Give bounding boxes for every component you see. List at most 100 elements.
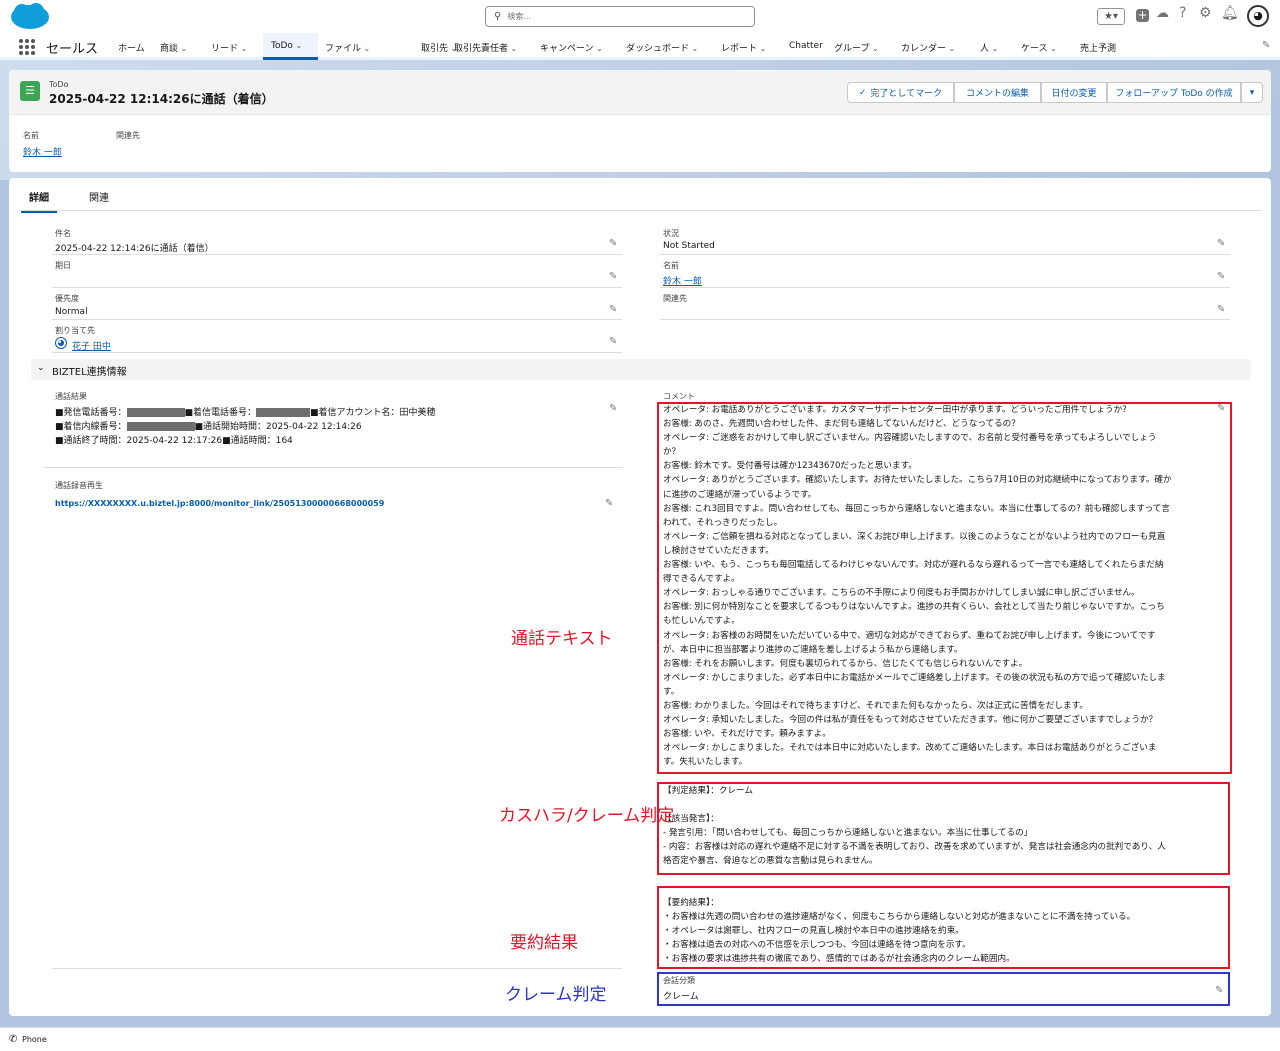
name-link[interactable]: 鈴木 一郎 [663, 274, 702, 287]
edit-pencil-icon[interactable]: ✎ [609, 271, 617, 282]
recording-link[interactable]: https://XXXXXXXX.u.biztel.jp:8000/monito… [55, 499, 384, 508]
edit-pencil-icon[interactable]: ✎ [605, 498, 613, 509]
edit-pencil-icon[interactable]: ✎ [609, 403, 617, 414]
change-date-button[interactable]: 日付の変更 [1041, 82, 1107, 103]
transcript-line: す。失礼いたします。 [663, 757, 748, 768]
chevron-down-icon[interactable]: ⌄ [293, 41, 302, 50]
priority-value: Normal [55, 307, 88, 317]
transcript-line: オペレータ: 承知いたしました。今回の件は私が責任をもって対応させていただきます… [663, 715, 1158, 726]
nav-item-6[interactable]: 取引先責任者 ⌄ [454, 41, 517, 54]
section-title: BIZTEL連携情報 [52, 367, 127, 378]
transcript-line: も忙しいんですよ。 [663, 616, 740, 627]
field-divider [660, 287, 1230, 288]
phone-utility-item[interactable]: Phone [22, 1035, 47, 1044]
judgment-line: - 発言引用：「問い合わせしても、毎回こっちから連絡しないと進まない。本当に仕事… [663, 828, 1033, 839]
edit-pencil-icon[interactable]: ✎ [1215, 985, 1223, 996]
app-launcher-icon[interactable] [19, 39, 35, 55]
transcript-line: お客様: わかりました。今回はそれで待ちますけど、それでまた何もなかったら、次は… [663, 700, 1088, 711]
highlight-name-link[interactable]: 鈴木 一郎 [23, 145, 62, 158]
search-input[interactable]: 検索... [507, 11, 531, 22]
add-icon[interactable]: + [1136, 9, 1149, 22]
status-value: Not Started [663, 241, 715, 251]
summary-line: ・お客様の要求は進捗共有の徹底であり、感情的ではあるが社会通念内のクレーム範囲内… [663, 954, 1015, 965]
nav-item-5[interactable]: 取引先 ⌄ [421, 41, 457, 54]
bell-icon[interactable]: 🔔︎ [1221, 5, 1239, 21]
chevron-down-icon[interactable]: ⌄ [508, 44, 518, 53]
edit-pencil-icon[interactable]: ✎ [609, 336, 617, 347]
transcript-line: す。 [663, 686, 680, 697]
phone-icon: ✆ [9, 1034, 18, 1045]
nav-item-7[interactable]: キャンペーン ⌄ [540, 41, 603, 54]
section-header-biztel[interactable]: ⌄ BIZTEL連携情報 [31, 359, 1251, 380]
todo-icon: ☰ [20, 81, 40, 101]
nav-item-8[interactable]: ダッシュボード ⌄ [626, 41, 698, 54]
nav-item-0[interactable]: ホーム [118, 41, 145, 54]
chevron-down-icon[interactable]: ⌄ [989, 44, 999, 53]
chevron-down-icon[interactable]: ⌄ [946, 44, 956, 53]
field-divider [52, 319, 622, 320]
tabs-divider [19, 210, 1261, 211]
nav-item-10[interactable]: Chatter [789, 41, 823, 51]
edit-pencil-icon[interactable]: ✎ [1217, 403, 1225, 414]
tab-related[interactable]: 関連 [89, 189, 109, 204]
edit-comment-button[interactable]: コメントの編集 [954, 82, 1041, 103]
due-date-label: 期日 [55, 261, 71, 270]
chevron-down-icon[interactable]: ⌄ [238, 44, 248, 53]
call-result-line-1: ■発信電話番号： ■着信電話番号： ■着信アカウント名：田中美穂 [55, 408, 436, 418]
chevron-down-icon[interactable]: ⌄ [178, 44, 188, 53]
trailhead-icon[interactable]: ☁ [1156, 6, 1169, 21]
nav-item-4[interactable]: ファイル ⌄ [325, 41, 370, 54]
check-icon: ✓ [858, 87, 867, 98]
nav-item-2[interactable]: リード ⌄ [211, 41, 247, 54]
field-divider [52, 968, 622, 969]
redaction-bar [256, 408, 311, 417]
annotation-judgment: カスハラ/クレーム判定 [499, 806, 675, 826]
name-label: 名前 [663, 261, 679, 270]
global-search[interactable]: ⚲ 検索... [485, 6, 755, 27]
transcript-line: お客様: いや、もう、こっちも毎回電話してるわけじゃないんです。対応が遅れるなら… [663, 560, 1164, 571]
follow-up-button[interactable]: フォローアップ ToDo の作成 [1107, 82, 1241, 103]
chevron-down-icon[interactable]: ⌄ [594, 44, 603, 53]
avatar[interactable]: ◕ [1247, 5, 1269, 27]
nav-item-15[interactable]: 売上予測 [1080, 41, 1116, 54]
search-icon: ⚲ [494, 11, 502, 22]
nav-item-3[interactable]: ToDo ⌄ [271, 41, 302, 51]
favorites-icon[interactable]: ★▾ [1097, 8, 1125, 25]
edit-pencil-icon[interactable]: ✎ [609, 304, 617, 315]
nav-edit-icon[interactable]: ✎ [1262, 40, 1270, 51]
nav-item-13[interactable]: 人 ⌄ [980, 41, 998, 54]
field-divider [52, 287, 622, 288]
chevron-down-icon[interactable]: ⌄ [361, 44, 371, 53]
user-avatar-icon: ◕ [55, 337, 67, 349]
call-result-label: 通話結果 [55, 392, 87, 401]
edit-pencil-icon[interactable]: ✎ [609, 238, 617, 249]
mark-complete-button[interactable]: ✓ 完了としてマーク [847, 82, 954, 103]
assigned-link[interactable]: 花子 田中 [72, 339, 111, 352]
transcript-line: が、本日中に担当部署より進捗のご連絡を差し上げるよう私から連絡します。 [663, 644, 963, 655]
chevron-down-icon[interactable]: ⌄ [1048, 44, 1057, 53]
help-icon[interactable]: ? [1179, 5, 1186, 21]
nav-item-14[interactable]: ケース ⌄ [1021, 41, 1057, 54]
gear-icon[interactable]: ⚙ [1199, 5, 1212, 21]
edit-pencil-icon[interactable]: ✎ [1217, 238, 1225, 249]
more-actions-chevron-down-icon[interactable]: ▾ [1241, 82, 1263, 103]
chevron-down-icon[interactable]: ⌄ [757, 44, 767, 53]
record-object-type: ToDo [49, 80, 69, 89]
chevron-down-icon[interactable]: ⌄ [689, 44, 699, 53]
transcript-line: オペレータ: かしこまりました。それでは本日中に対応いたします。改めてご連絡いた… [663, 743, 1157, 754]
edit-pencil-icon[interactable]: ✎ [1217, 271, 1225, 282]
recording-label: 通話録音再生 [55, 481, 103, 490]
edit-pencil-icon[interactable]: ✎ [1217, 304, 1225, 315]
nav-item-1[interactable]: 商談 ⌄ [160, 41, 187, 54]
nav-item-11[interactable]: グループ ⌄ [834, 41, 879, 54]
transcript-line: われて、それっきりだったし。 [663, 517, 783, 528]
app-name: セールス [46, 42, 99, 57]
chevron-down-icon[interactable]: ⌄ [869, 44, 879, 53]
classification-highlight-box [657, 972, 1230, 1006]
nav-item-12[interactable]: カレンダー ⌄ [901, 41, 955, 54]
transcript-line: 得できるんですよ。 [663, 574, 740, 585]
judgment-line: - 内容：お客様は対応の遅れや連絡不足に対する不満を表明しており、改善を求めてい… [663, 842, 1166, 853]
chevron-down-icon: ⌄ [37, 363, 45, 373]
salesforce-logo[interactable] [10, 3, 50, 30]
nav-item-9[interactable]: レポート ⌄ [721, 41, 766, 54]
